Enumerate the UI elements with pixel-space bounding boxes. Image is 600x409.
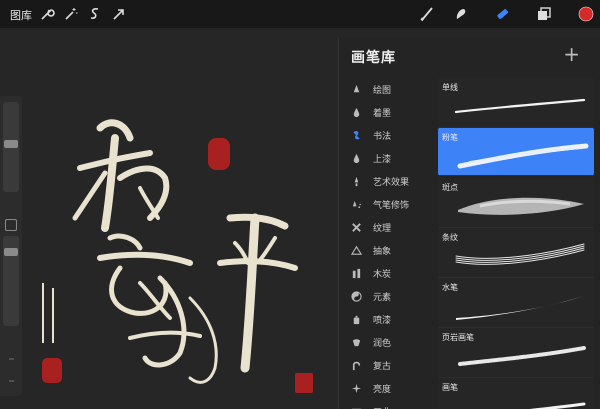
transform-arrow-icon[interactable] xyxy=(110,5,128,23)
top-toolbar: 图库 xyxy=(0,0,600,28)
panel-title: 画笔库 xyxy=(351,50,396,66)
brush-item-blotchy[interactable]: 斑点 xyxy=(438,178,594,228)
brush-stroke-preview xyxy=(455,243,585,265)
brush-item-shale-brush[interactable]: 页岩画笔 xyxy=(438,328,594,378)
category-item-elements[interactable]: 元素 xyxy=(339,285,437,308)
category-item-luminance[interactable]: 亮度 xyxy=(339,377,437,400)
brush-stroke-preview xyxy=(458,197,584,215)
category-item-charcoal[interactable]: 木炭 xyxy=(339,262,437,285)
redo-icon[interactable] xyxy=(3,370,21,388)
category-item-painting[interactable]: 上漆 xyxy=(339,147,437,170)
magic-wand-icon[interactable] xyxy=(62,5,80,23)
brush-tip-icon xyxy=(349,175,363,189)
calligraphy-icon xyxy=(349,129,363,143)
brush-icon[interactable] xyxy=(418,5,436,23)
add-brush-button[interactable]: + xyxy=(563,44,580,64)
sparkle-icon xyxy=(349,382,363,396)
smudge-icon[interactable] xyxy=(452,5,470,23)
category-item-textures[interactable]: 纹理 xyxy=(339,216,437,239)
category-item-industrial[interactable]: 工业 xyxy=(339,400,437,409)
brush-list: 单线 粉笔 斑点 条纹 水笔 页岩画笔 画笔 xyxy=(438,78,594,409)
brush-item-water-pen[interactable]: 水笔 xyxy=(438,278,594,328)
left-sidebar xyxy=(0,96,22,396)
opacity-thumb[interactable] xyxy=(4,248,18,256)
retouch-icon xyxy=(349,336,363,350)
category-item-calligraphy[interactable]: 书法 xyxy=(339,124,437,147)
category-item-airbrushing[interactable]: 气笔修饰 xyxy=(339,193,437,216)
category-item-vintage[interactable]: 复古 xyxy=(339,354,437,377)
modify-button[interactable] xyxy=(5,219,17,231)
gallery-button[interactable]: 图库 xyxy=(10,7,32,23)
drop-icon xyxy=(349,83,363,97)
charcoal-icon xyxy=(349,267,363,281)
brush-library-panel: 画笔库 + 绘图 着墨 书法 上漆 艺术效果 气笔修饰 纹理 抽象 木炭 元素 … xyxy=(338,38,600,409)
category-item-drawing[interactable]: 绘图 xyxy=(339,78,437,101)
calligraphy-artwork xyxy=(42,119,313,393)
undo-icon[interactable] xyxy=(3,348,21,366)
brush-item-streaks[interactable]: 条纹 xyxy=(438,228,594,278)
category-item-inking[interactable]: 着墨 xyxy=(339,101,437,124)
brush-item-chalk[interactable]: 粉笔 xyxy=(438,128,594,176)
vintage-icon xyxy=(349,359,363,373)
category-list: 绘图 着墨 书法 上漆 艺术效果 气笔修饰 纹理 抽象 木炭 元素 喷漆 润色 … xyxy=(339,78,437,409)
eraser-icon[interactable] xyxy=(493,5,511,23)
anvil-icon xyxy=(349,405,363,409)
ink-drop-icon xyxy=(349,106,363,120)
brush-size-slider[interactable] xyxy=(3,102,19,192)
brush-stroke-preview xyxy=(456,296,584,320)
yin-yang-icon xyxy=(349,290,363,304)
layers-icon[interactable] xyxy=(535,5,553,23)
selection-icon[interactable] xyxy=(86,5,104,23)
category-item-abstract[interactable]: 抽象 xyxy=(339,239,437,262)
opacity-slider[interactable] xyxy=(3,236,19,326)
brush-stroke-preview xyxy=(458,346,586,366)
texture-icon xyxy=(349,221,363,235)
category-item-artistic[interactable]: 艺术效果 xyxy=(339,170,437,193)
wrench-icon[interactable] xyxy=(38,5,56,23)
brush-stroke-preview xyxy=(457,143,589,169)
brush-item-brush-pen[interactable]: 画笔 xyxy=(438,378,594,409)
spray-can-icon xyxy=(349,313,363,327)
brush-item-monoline[interactable]: 单线 xyxy=(438,78,594,128)
brush-stroke-preview xyxy=(529,402,586,409)
paint-drop-icon xyxy=(349,152,363,166)
triangle-icon xyxy=(349,244,363,258)
color-icon[interactable] xyxy=(577,5,595,23)
category-item-touchups[interactable]: 润色 xyxy=(339,331,437,354)
brush-stroke-preview xyxy=(454,98,586,114)
airbrush-icon xyxy=(349,198,363,212)
category-item-spray[interactable]: 喷漆 xyxy=(339,308,437,331)
brush-size-thumb[interactable] xyxy=(4,140,18,148)
